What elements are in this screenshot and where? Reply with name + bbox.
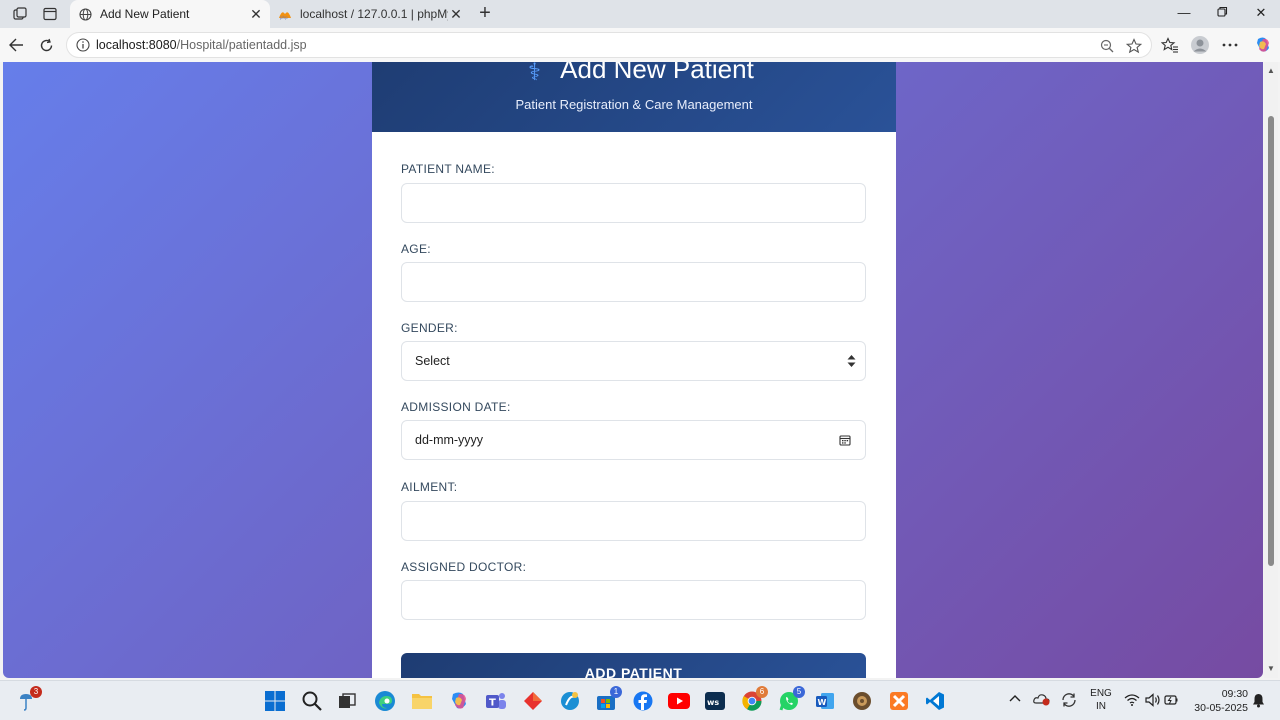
age-label: AGE: xyxy=(401,242,431,256)
weather-badge: 3 xyxy=(30,686,42,698)
tab-bar: Add New Patient ✕ php localhost / 127.0.… xyxy=(0,0,1280,28)
word-icon[interactable]: W xyxy=(813,689,837,713)
patient-name-label: PATIENT NAME: xyxy=(401,162,495,176)
restore-button[interactable] xyxy=(1212,5,1232,23)
select-arrows-icon xyxy=(847,354,856,368)
youtube-icon[interactable] xyxy=(667,689,691,713)
more-options-icon[interactable] xyxy=(1220,35,1240,55)
page-title: Add New Patient xyxy=(560,62,754,84)
gender-select[interactable]: Select xyxy=(401,341,866,381)
patient-form-card: ⚕ Add New Patient Patient Registration &… xyxy=(372,62,896,678)
show-hidden-icons-icon[interactable] xyxy=(1009,693,1021,705)
xampp-icon[interactable] xyxy=(887,689,911,713)
tab-title: Add New Patient xyxy=(100,7,190,21)
copilot-app-icon[interactable] xyxy=(447,689,471,713)
volume-icon[interactable] xyxy=(1145,693,1161,710)
vscode-icon[interactable] xyxy=(923,689,947,713)
wifi-icon[interactable] xyxy=(1124,694,1140,709)
chrome-icon[interactable]: 6 xyxy=(740,686,768,713)
ailment-input[interactable] xyxy=(401,501,866,541)
address-bar[interactable]: localhost:8080/Hospital/patientadd.jsp xyxy=(66,32,1152,58)
region-code: IN xyxy=(1096,701,1106,712)
tab-phpmyadmin[interactable]: php localhost / 127.0.0.1 | phpMyAdmin ✕ xyxy=(270,0,470,28)
teams-icon[interactable]: T xyxy=(484,689,508,713)
task-view-icon[interactable] xyxy=(335,689,359,713)
add-patient-button[interactable]: ADD PATIENT xyxy=(401,653,866,678)
scrollbar-thumb[interactable] xyxy=(1268,116,1274,566)
weather-widget-icon[interactable]: 3 xyxy=(14,686,42,713)
tab-actions-icon[interactable] xyxy=(41,5,59,23)
whatsapp-badge: 5 xyxy=(793,686,805,698)
file-explorer-icon[interactable] xyxy=(410,689,434,713)
workspaces-icon[interactable] xyxy=(11,5,29,23)
page-subtitle: Patient Registration & Care Management xyxy=(515,97,753,112)
admission-date-input[interactable]: dd-mm-yyyy xyxy=(401,420,866,460)
terminal-app-icon[interactable]: ws xyxy=(703,689,727,713)
search-icon[interactable] xyxy=(300,689,324,713)
scroll-up-arrow-icon[interactable]: ▲ xyxy=(1267,67,1275,75)
favorite-star-icon[interactable] xyxy=(1126,38,1142,54)
diamond-app-icon[interactable] xyxy=(521,689,545,713)
assigned-doctor-label: ASSIGNED DOCTOR: xyxy=(401,560,527,574)
close-tab-icon[interactable]: ✕ xyxy=(248,6,264,23)
age-input[interactable] xyxy=(401,262,866,302)
windows-taskbar: 3 T 1 ws 6 5 W ENG IN 09:30 30-05-2025 xyxy=(0,680,1280,720)
svg-text:php: php xyxy=(280,15,288,20)
gender-label: GENDER: xyxy=(401,321,458,335)
whatsapp-icon[interactable]: 5 xyxy=(777,686,805,713)
copilot-icon[interactable] xyxy=(1253,35,1273,55)
microsoft-store-icon[interactable]: 1 xyxy=(594,686,622,713)
edge-browser-icon[interactable] xyxy=(373,689,397,713)
admission-date-placeholder: dd-mm-yyyy xyxy=(415,433,484,447)
page-scrollbar[interactable]: ▲ ▼ xyxy=(1264,62,1278,678)
refresh-icon[interactable] xyxy=(37,36,55,54)
gender-selected-value: Select xyxy=(415,354,450,368)
calendar-icon[interactable] xyxy=(839,434,851,446)
chrome-badge: 6 xyxy=(756,686,768,698)
system-clock[interactable]: 09:30 30-05-2025 xyxy=(1188,687,1248,715)
facebook-icon[interactable] xyxy=(631,689,655,713)
url-text: localhost:8080/Hospital/patientadd.jsp xyxy=(96,38,307,52)
assigned-doctor-input[interactable] xyxy=(401,580,866,620)
onedrive-offline-icon[interactable] xyxy=(1033,692,1051,709)
language-indicator[interactable]: ENG IN xyxy=(1089,687,1113,713)
page-viewport: ⚕ Add New Patient Patient Registration &… xyxy=(3,62,1263,678)
patient-name-input[interactable] xyxy=(401,183,866,223)
battery-icon[interactable] xyxy=(1164,693,1178,710)
svg-text:W: W xyxy=(818,698,827,707)
notifications-bell-icon[interactable] xyxy=(1252,693,1265,711)
tab-add-new-patient[interactable]: Add New Patient ✕ xyxy=(70,0,270,28)
start-windows-icon[interactable] xyxy=(263,689,287,713)
language-code: ENG xyxy=(1090,688,1112,699)
browser-toolbar: localhost:8080/Hospital/patientadd.jsp xyxy=(0,28,1280,62)
store-badge: 1 xyxy=(610,686,622,698)
zoom-icon[interactable] xyxy=(1099,38,1115,54)
profile-avatar-icon[interactable] xyxy=(1190,35,1210,55)
app-globe-icon[interactable] xyxy=(850,689,874,713)
tab-title: localhost / 127.0.0.1 | phpMyAdmin xyxy=(300,7,448,21)
new-tab-button[interactable]: + xyxy=(476,3,494,23)
form-header: ⚕ Add New Patient Patient Registration &… xyxy=(372,62,896,132)
favorites-icon[interactable] xyxy=(1160,35,1180,55)
python-icon[interactable] xyxy=(558,689,582,713)
back-arrow-icon[interactable] xyxy=(7,36,25,54)
minimize-button[interactable]: — xyxy=(1174,5,1194,23)
svg-text:T: T xyxy=(489,698,496,709)
site-info-icon[interactable] xyxy=(76,38,90,52)
ailment-label: AILMENT: xyxy=(401,480,458,494)
clock-date: 30-05-2025 xyxy=(1194,702,1248,714)
sync-icon[interactable] xyxy=(1061,692,1077,711)
globe-icon xyxy=(78,7,92,21)
close-tab-icon[interactable]: ✕ xyxy=(448,6,464,23)
scroll-down-arrow-icon[interactable]: ▼ xyxy=(1267,665,1275,673)
close-window-button[interactable]: ✕ xyxy=(1251,5,1271,23)
clock-time: 09:30 xyxy=(1221,688,1248,700)
admission-date-label: ADMISSION DATE: xyxy=(401,400,511,414)
svg-text:ws: ws xyxy=(707,698,719,707)
phpmyadmin-icon: php xyxy=(278,7,292,21)
